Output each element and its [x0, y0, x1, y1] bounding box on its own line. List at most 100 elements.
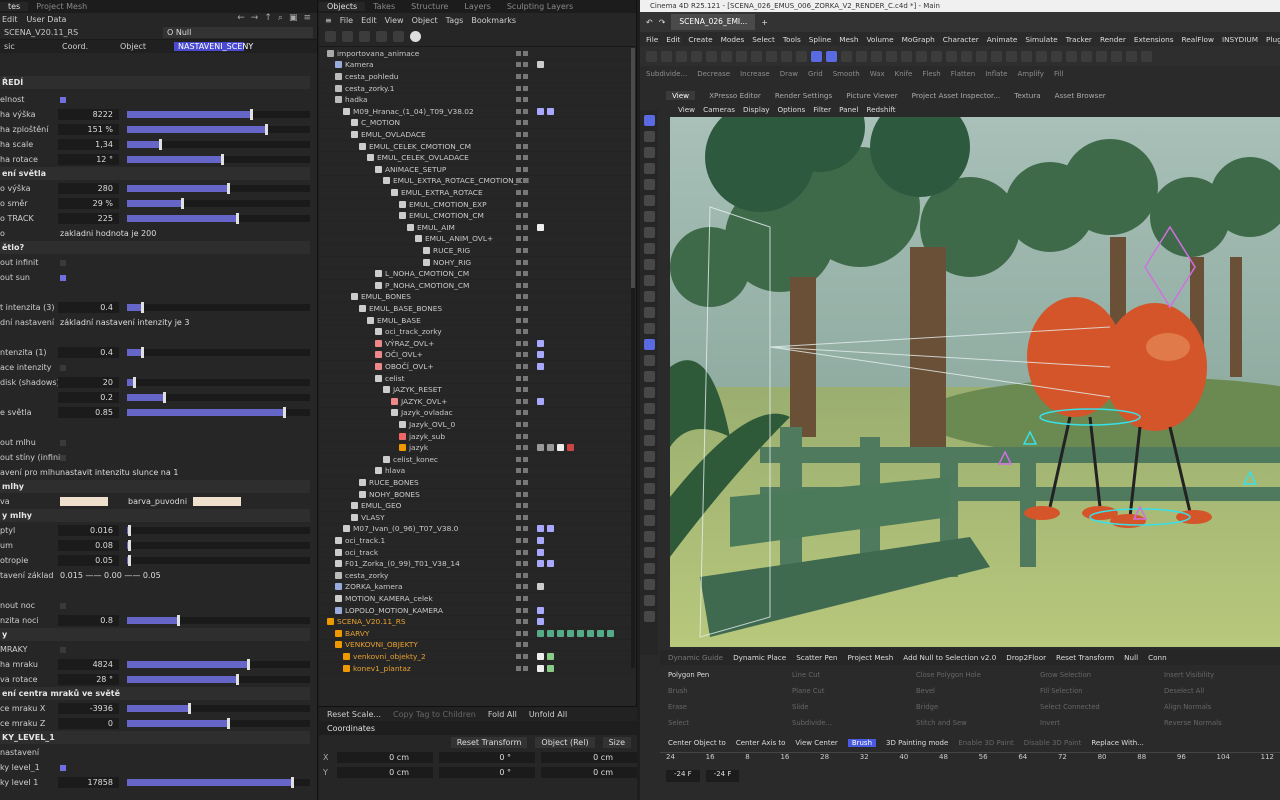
section-header[interactable]: ŘEDÍ: [0, 76, 310, 89]
bottom-command[interactable]: Brush: [847, 739, 877, 747]
sculpt-tool[interactable]: Increase: [740, 70, 770, 78]
tree-item[interactable]: Jazyk_OVL_0: [319, 419, 633, 431]
tree-item[interactable]: SCENA_V20.11_RS: [319, 616, 633, 628]
tree-item[interactable]: konev1_plantaz: [319, 663, 633, 675]
visibility-flags[interactable]: [516, 584, 528, 590]
panel-tab[interactable]: Picture Viewer: [846, 91, 897, 100]
tag-icon[interactable]: [537, 664, 544, 672]
visibility-flags[interactable]: [516, 166, 528, 172]
visibility-flags[interactable]: [516, 410, 528, 416]
tag-icon[interactable]: [577, 629, 584, 637]
menu-item[interactable]: File: [646, 35, 658, 44]
strip-command[interactable]: Project Mesh: [847, 653, 893, 662]
toolbar-tool-icon[interactable]: [991, 50, 1002, 62]
left-tool-icon[interactable]: [643, 163, 655, 174]
value-field[interactable]: 0.016: [58, 525, 119, 536]
color-swatch-original[interactable]: [193, 497, 242, 506]
tag-icon[interactable]: [557, 629, 564, 637]
checkbox[interactable]: [60, 602, 66, 609]
tree-item[interactable]: EMUL_BONES: [319, 292, 633, 304]
tree-item[interactable]: EMUL_CMOTION_CM: [319, 210, 633, 222]
menu-item[interactable]: Simulate: [1025, 35, 1057, 44]
toolbar-tool-icon[interactable]: [1006, 50, 1017, 62]
toolbar-tool-icon[interactable]: [916, 50, 927, 62]
menu-item[interactable]: Create: [688, 35, 712, 44]
tree-item[interactable]: oci_track.1: [319, 535, 633, 547]
coord-size-select[interactable]: Size: [602, 737, 631, 748]
modeling-command[interactable]: Bridge: [912, 700, 1032, 716]
copy-tag-button[interactable]: Copy Tag to Children: [393, 710, 476, 719]
tree-item[interactable]: JAZYK_OVL+: [319, 396, 633, 408]
visibility-flags[interactable]: [516, 247, 528, 253]
left-tool-icon[interactable]: [643, 547, 655, 558]
tab-layers[interactable]: Layers: [456, 2, 498, 11]
checkbox[interactable]: [60, 646, 66, 653]
tag-icon[interactable]: [537, 652, 544, 660]
toolbar-tool-icon[interactable]: [1051, 50, 1062, 62]
visibility-flags[interactable]: [516, 456, 528, 462]
value-field[interactable]: 151 %: [58, 124, 119, 135]
toolbar-tool-icon[interactable]: [811, 50, 822, 62]
checkbox[interactable]: [60, 274, 66, 281]
visibility-flags[interactable]: [516, 642, 528, 648]
tag-icon[interactable]: [537, 583, 544, 591]
toolbar-tool-icon[interactable]: [781, 50, 792, 62]
bottom-command[interactable]: 3D Painting mode: [886, 739, 948, 747]
tree-item[interactable]: EMUL_GEO: [319, 500, 633, 512]
value-slider[interactable]: [126, 718, 310, 729]
tag-icon[interactable]: [607, 629, 614, 637]
toolbar-tool-icon[interactable]: [1066, 50, 1077, 62]
bottom-command[interactable]: Replace With...: [1091, 739, 1143, 747]
visibility-flags[interactable]: [516, 607, 528, 613]
value-slider[interactable]: [126, 347, 310, 358]
tree-item[interactable]: EMUL_EXTRA_ROTACE_CMOTION_CM: [319, 176, 633, 188]
checkbox[interactable]: [60, 96, 66, 103]
tag-icon[interactable]: [537, 61, 544, 69]
visibility-flags[interactable]: [516, 131, 528, 137]
modeling-command[interactable]: Invert: [1036, 716, 1156, 732]
toolbar-tool-icon[interactable]: [946, 50, 957, 62]
back-arrow-icon[interactable]: ←: [237, 13, 245, 23]
tree-item[interactable]: oci_track_zorky: [319, 326, 633, 338]
strip-command[interactable]: Null: [1124, 653, 1138, 662]
toolbar-tool-icon[interactable]: [766, 50, 777, 62]
subtab-nastaveni-sceny[interactable]: NASTAVENI_SCENY: [174, 42, 253, 51]
value-field[interactable]: 1,34: [58, 139, 119, 150]
value-slider[interactable]: [126, 777, 310, 788]
visibility-flags[interactable]: [516, 213, 528, 219]
toolbar-tool-icon[interactable]: [886, 50, 897, 62]
tab-attributes[interactable]: tes: [0, 2, 29, 11]
tree-item[interactable]: VÝRAZ_OVL+: [319, 338, 633, 350]
slider-knob[interactable]: [250, 109, 254, 120]
value-field[interactable]: 0.08: [58, 540, 119, 551]
modeling-command[interactable]: Slide: [788, 700, 908, 716]
value-field[interactable]: 12 °: [58, 154, 119, 165]
visibility-flags[interactable]: [516, 120, 528, 126]
sculpt-tool[interactable]: Grid: [808, 70, 823, 78]
visibility-flags[interactable]: [516, 62, 528, 68]
up-arrow-icon[interactable]: ↑: [264, 13, 272, 23]
slider-knob[interactable]: [235, 213, 239, 224]
tree-item[interactable]: EMUL_CMOTION_EXP: [319, 199, 633, 211]
left-tool-icon[interactable]: [643, 179, 655, 190]
bottom-command[interactable]: Disable 3D Paint: [1024, 739, 1082, 747]
section-header[interactable]: y: [0, 628, 310, 641]
subtab-basic[interactable]: sic: [0, 42, 58, 51]
modeling-command[interactable]: Fill Selection: [1036, 684, 1156, 700]
modeling-command[interactable]: Insert Visibility: [1160, 668, 1280, 684]
slider-knob[interactable]: [290, 777, 294, 788]
lock-icon[interactable]: ▣: [289, 13, 298, 23]
value-field[interactable]: 29 %: [58, 198, 119, 209]
visibility-flags[interactable]: [516, 236, 528, 242]
strip-command[interactable]: Dynamic Place: [733, 653, 786, 662]
visibility-flags[interactable]: [516, 201, 528, 207]
strip-command[interactable]: Reset Transform: [1056, 653, 1114, 662]
tab-objects[interactable]: Objects: [319, 2, 366, 11]
sculpt-tool[interactable]: Amplify: [1018, 70, 1044, 78]
modeling-command[interactable]: Brush: [664, 684, 784, 700]
tree-item[interactable]: M09_Hranac_(1_04)_T09_V38.02: [319, 106, 633, 118]
modeling-command[interactable]: Subdivide...: [788, 716, 908, 732]
slider-knob[interactable]: [283, 407, 287, 418]
tag-icon[interactable]: [537, 548, 544, 556]
value-slider[interactable]: [126, 124, 310, 135]
